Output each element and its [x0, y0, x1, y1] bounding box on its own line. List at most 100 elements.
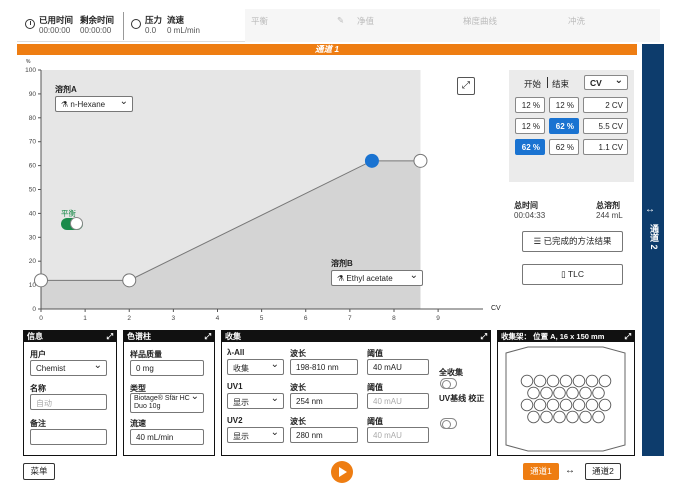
gradient-point[interactable] [413, 153, 428, 168]
y-tick-label: 100 [25, 67, 36, 74]
tab-flush[interactable]: 冲洗 [568, 15, 585, 27]
user-select[interactable]: Chemist [30, 360, 107, 376]
segment-length-cell[interactable]: 2 CV [583, 97, 628, 113]
tube-position[interactable] [598, 374, 612, 388]
gradient-point[interactable] [364, 153, 379, 168]
gradient-chart[interactable]: 0 10 20 30 40 50 60 70 80 90 100 0 1 2 3 4 5 6 7 8 9 % CV ⤢ … [17, 56, 501, 324]
channel-2-tab[interactable]: ↔ 通道 2 [642, 44, 664, 456]
solvent-a-select[interactable]: ⚗ n-Hexane [55, 96, 133, 112]
user-label: 用户 [30, 350, 46, 359]
end-percent-cell[interactable]: 62 % [549, 139, 579, 155]
tube-position[interactable] [585, 398, 599, 412]
tab-gradient[interactable]: 梯度曲线 [463, 15, 497, 27]
detector-name: λ-All [227, 348, 245, 357]
expand-icon[interactable]: ⤢ [457, 77, 475, 95]
detector-mode-select[interactable]: 显示 [227, 393, 284, 409]
x-tick-label: 9 [436, 315, 440, 322]
segment-length-cell[interactable]: 1.1 CV [583, 139, 628, 155]
end-percent-cell[interactable]: 62 % [549, 118, 579, 134]
play-icon [339, 467, 347, 477]
expand-icon[interactable]: ⤢ [205, 331, 211, 342]
start-percent-cell[interactable]: 12 % [515, 97, 545, 113]
pressure-value: 0.0 [145, 26, 157, 35]
tab-net[interactable]: 净值 [357, 15, 374, 27]
solvent-b-value: Ethyl acetate [346, 274, 393, 283]
tube-position[interactable] [585, 374, 599, 388]
flask-icon: ⚗ [61, 100, 71, 109]
start-percent-cell[interactable]: 12 % [515, 118, 545, 134]
tlc-button[interactable]: ▯ TLC [522, 264, 623, 285]
threshold-input[interactable]: 40 mAU [367, 427, 429, 443]
all-collect-toggle[interactable] [440, 378, 457, 389]
y-tick-label: 0 [32, 306, 36, 313]
tube-position[interactable] [533, 398, 547, 412]
threshold-input[interactable]: 40 mAU [367, 359, 429, 375]
column-type-select[interactable]: Biotage® Sfär HC Duo 10g [130, 393, 204, 413]
tube-position[interactable] [566, 386, 579, 400]
tube-position[interactable] [520, 374, 534, 388]
remaining-label: 剩余时间 [80, 15, 115, 25]
end-percent-cell[interactable]: 12 % [549, 97, 579, 113]
tube-position[interactable] [520, 398, 534, 412]
channel-1-button[interactable]: 通道1 [523, 463, 559, 480]
tube-position[interactable] [579, 386, 592, 400]
expand-icon[interactable]: ⤢ [625, 331, 631, 342]
wavelength-input[interactable]: 254 nm [290, 393, 358, 409]
tube-position[interactable] [553, 410, 566, 424]
tube-position[interactable] [533, 374, 547, 388]
note-input[interactable] [30, 429, 107, 445]
divider [547, 77, 548, 88]
wavelength-input[interactable]: 280 nm [290, 427, 358, 443]
threshold-input[interactable]: 40 mAU [367, 393, 429, 409]
solvent-b-label: 溶剂B [331, 259, 353, 268]
y-tick-label: 90 [29, 91, 37, 98]
collect-panel-title: 收集 [225, 332, 241, 341]
completed-method-label: 已完成的方法结果 [543, 236, 612, 246]
elapsed-value: 00:00:00 [39, 26, 71, 35]
tube-position[interactable] [592, 410, 605, 424]
tube-position[interactable] [572, 398, 586, 412]
start-button[interactable] [331, 461, 353, 483]
divider [123, 12, 124, 40]
tab-equilibrate[interactable]: 平衡 [251, 15, 268, 27]
name-input[interactable]: 自动 [30, 394, 107, 410]
unit-select[interactable]: CV [584, 75, 628, 90]
solvent-b-select[interactable]: ⚗ Ethyl acetate [331, 270, 423, 286]
tube-position[interactable] [527, 410, 540, 424]
wavelength-input[interactable]: 198-810 nm [290, 359, 358, 375]
gradient-point[interactable] [122, 273, 137, 288]
gradient-point[interactable] [34, 273, 48, 288]
tube-position[interactable] [572, 374, 586, 388]
uv-baseline-toggle[interactable] [440, 418, 457, 429]
collect-panel: 收集⤢ λ-All收集波长198-810 nm阈值40 mAUUV1显示波长25… [221, 330, 491, 456]
threshold-label: 阈值 [367, 349, 383, 358]
completed-method-button[interactable]: ☰ 已完成的方法结果 [522, 231, 623, 252]
solvent-a: 溶剂A ⚗ n-Hexane [55, 84, 133, 112]
expand-icon[interactable]: ⤢ [107, 331, 113, 342]
expand-icon[interactable]: ⤢ [481, 331, 487, 342]
segment-length-cell[interactable]: 5.5 CV [583, 118, 628, 134]
equilibrate-toggle[interactable] [61, 217, 83, 230]
detector-mode-select[interactable]: 收集 [227, 359, 284, 375]
end-header: 结束 [552, 79, 570, 89]
channel-2-button[interactable]: 通道2 [585, 463, 621, 480]
tube-position[interactable] [559, 398, 573, 412]
sample-mass-input[interactable]: 0 mg [130, 360, 204, 376]
tube-position[interactable] [540, 386, 553, 400]
column-flow-input[interactable]: 40 mL/min [130, 429, 204, 445]
start-percent-cell[interactable]: 62 % [515, 139, 545, 155]
tube-position[interactable] [559, 374, 573, 388]
tube-position[interactable] [579, 410, 592, 424]
tube-position[interactable] [592, 386, 605, 400]
tube-position[interactable] [540, 410, 553, 424]
tube-position[interactable] [527, 386, 540, 400]
menu-button[interactable]: 菜单 [23, 463, 55, 480]
detector-mode-select[interactable]: 显示 [227, 427, 284, 443]
rack-diagram[interactable] [498, 343, 633, 455]
tube-position[interactable] [546, 398, 560, 412]
tube-position[interactable] [598, 398, 612, 412]
tube-position[interactable] [566, 410, 579, 424]
tube-position[interactable] [553, 386, 566, 400]
clock-icon [25, 19, 35, 29]
tube-position[interactable] [546, 374, 560, 388]
